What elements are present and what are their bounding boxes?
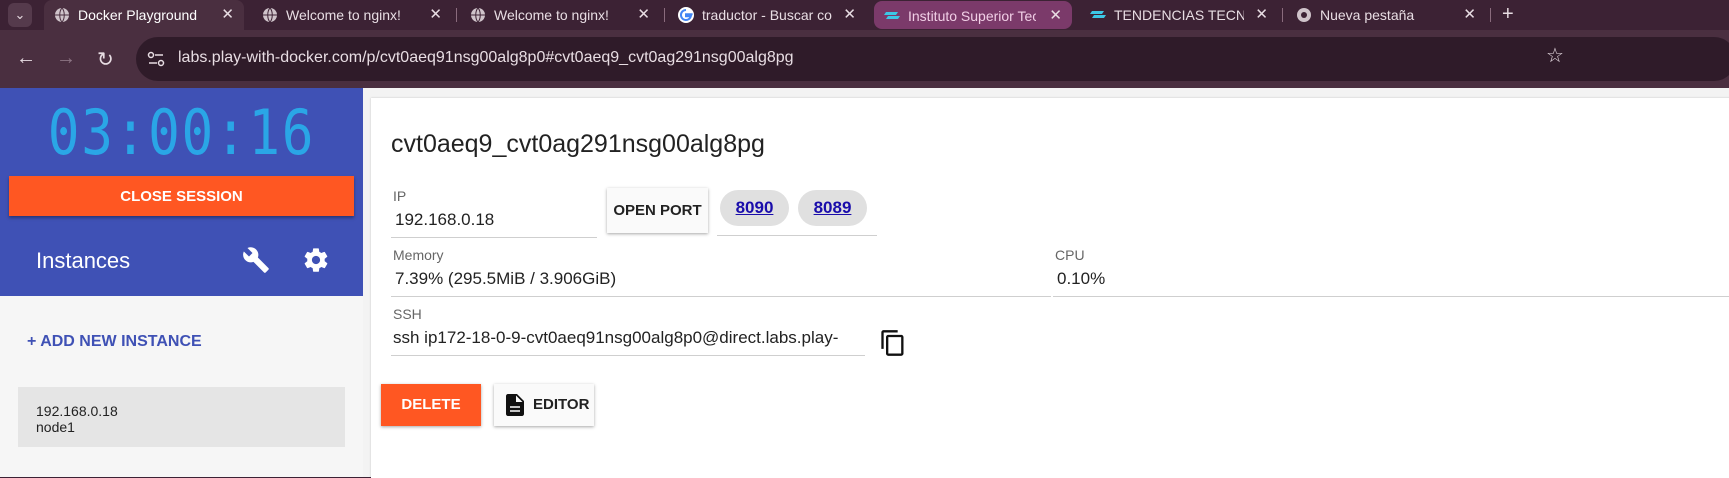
ssh-field-underline [391, 355, 865, 356]
globe-icon [263, 7, 277, 23]
close-icon[interactable]: ✕ [637, 5, 650, 23]
cpu-field-underline [1053, 296, 1729, 297]
instance-name: node1 [36, 419, 75, 435]
close-icon[interactable]: ✕ [221, 5, 234, 23]
wrench-icon[interactable] [242, 246, 270, 274]
close-icon[interactable]: ✕ [1049, 6, 1062, 24]
editor-label: EDITOR [533, 396, 590, 413]
open-port-button[interactable]: OPEN PORT [607, 188, 708, 233]
session-timer: 03:00:16 [47, 96, 316, 169]
instance-ip: 192.168.0.18 [36, 403, 118, 419]
memory-value[interactable]: 7.39% (295.5MiB / 3.906GiB) [395, 269, 1045, 289]
port-link-8089[interactable]: 8089 [798, 190, 867, 226]
sidebar-header: 03:00:16 CLOSE SESSION Instances [0, 88, 363, 296]
globe-icon [471, 7, 485, 23]
forward-icon[interactable]: → [56, 47, 76, 70]
tab-docker-playground[interactable]: Docker Playground ✕ [44, 0, 244, 30]
bookmark-star-icon[interactable]: ☆ [1546, 43, 1564, 68]
ip-field-underline [391, 237, 597, 238]
tab-google-search[interactable]: traductor - Buscar co ✕ [668, 0, 866, 30]
tab-separator [1282, 8, 1283, 22]
close-icon[interactable]: ✕ [429, 5, 442, 23]
tab-label: Welcome to nginx! [494, 7, 609, 23]
tab-label: Nueva pestaña [1320, 7, 1415, 23]
instances-title: Instances [36, 248, 131, 273]
instance-hostname: cvt0aeq9_cvt0ag291nsg00alg8pg [391, 130, 765, 158]
tab-label: Docker Playground [78, 7, 198, 23]
url-text[interactable]: labs.play-with-docker.com/p/cvt0aeq91nsg… [178, 49, 794, 67]
port-link-8090[interactable]: 8090 [720, 190, 789, 226]
browser-tab-strip: ⌄ Docker Playground ✕ Welcome to nginx! … [0, 0, 1729, 30]
cpu-value[interactable]: 0.10% [1057, 269, 1357, 289]
google-icon [678, 7, 694, 23]
add-new-instance-button[interactable]: + ADD NEW INSTANCE [27, 333, 202, 351]
site-settings-icon[interactable] [146, 49, 166, 69]
delete-button[interactable]: DELETE [381, 384, 481, 426]
ip-label: IP [393, 188, 407, 204]
gear-icon[interactable] [302, 246, 330, 274]
close-icon[interactable]: ✕ [1463, 5, 1476, 23]
tab-nueva-pestana[interactable]: Nueva pestaña ✕ [1286, 0, 1486, 30]
editor-button[interactable]: EDITOR [494, 384, 594, 426]
tab-label: traductor - Buscar co [702, 7, 832, 23]
tab-welcome-nginx-2[interactable]: Welcome to nginx! ✕ [460, 0, 660, 30]
close-session-button[interactable]: CLOSE SESSION [9, 176, 354, 216]
close-icon[interactable]: ✕ [843, 5, 856, 23]
ip-value[interactable]: 192.168.0.18 [395, 210, 595, 230]
tab-label: TENDENCIAS TECNO [1114, 7, 1244, 23]
tab-label: Instituto Superior Tec [908, 8, 1036, 24]
browser-toolbar: ← → ↻ labs.play-with-docker.com/p/cvt0ae… [0, 30, 1729, 88]
close-icon[interactable]: ✕ [1255, 5, 1268, 23]
tab-welcome-nginx-1[interactable]: Welcome to nginx! ✕ [252, 0, 452, 30]
chrome-icon [1297, 8, 1311, 22]
stack-icon [884, 12, 900, 19]
copy-icon[interactable] [879, 328, 907, 358]
tab-search-button[interactable]: ⌄ [8, 3, 32, 27]
stack-icon [1090, 11, 1106, 18]
back-icon[interactable]: ← [16, 47, 36, 70]
instance-details-card: cvt0aeq9_cvt0ag291nsg00alg8pg IP 192.168… [371, 98, 1729, 478]
globe-icon [55, 7, 69, 23]
address-bar[interactable]: labs.play-with-docker.com/p/cvt0aeq91nsg… [136, 37, 1729, 81]
tab-separator [1490, 8, 1491, 22]
reload-icon[interactable]: ↻ [97, 47, 114, 72]
tab-separator [664, 8, 665, 22]
instance-list-item[interactable]: 192.168.0.18 node1 [18, 387, 345, 447]
sidebar: 03:00:16 CLOSE SESSION Instances + ADD N… [0, 88, 363, 477]
main-panel: cvt0aeq9_cvt0ag291nsg00alg8pg IP 192.168… [363, 88, 1729, 478]
file-icon [506, 394, 524, 416]
tab-separator [456, 8, 457, 22]
memory-field-underline [391, 296, 1051, 297]
tab-label: Welcome to nginx! [286, 7, 401, 23]
memory-label: Memory [393, 247, 444, 263]
cpu-label: CPU [1055, 247, 1085, 263]
new-tab-button[interactable]: + [1502, 3, 1514, 26]
tab-tendencias-tecno[interactable]: TENDENCIAS TECNO ✕ [1080, 0, 1278, 30]
tab-instituto-superior[interactable]: Instituto Superior Tec ✕ [874, 1, 1072, 29]
ssh-label: SSH [393, 306, 422, 322]
ports-underline [717, 235, 877, 236]
ssh-value[interactable]: ssh ip172-18-0-9-cvt0aeq91nsg00alg8p0@di… [393, 328, 865, 348]
